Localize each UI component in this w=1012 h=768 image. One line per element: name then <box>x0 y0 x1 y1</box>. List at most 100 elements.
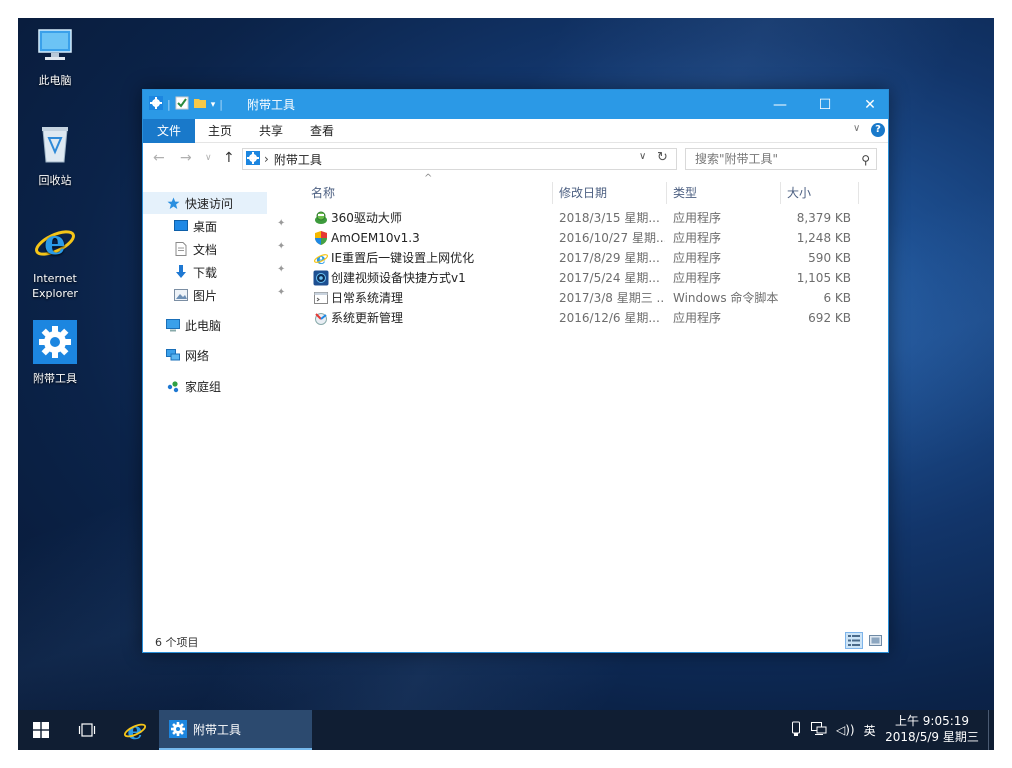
file-size: 692 KB <box>808 311 851 325</box>
status-bar: 6 个项目 <box>143 630 888 652</box>
pin-icon[interactable]: ✦ <box>277 218 285 229</box>
ie-icon: e <box>18 220 92 268</box>
desktop-icon-this-pc[interactable]: 此电脑 <box>18 26 92 88</box>
show-desktop-button[interactable] <box>988 710 994 750</box>
taskbar-bundled-tools[interactable]: 附带工具 <box>159 710 312 750</box>
nav-item-label: 桌面 <box>193 219 218 234</box>
nav-item-desktop[interactable]: 桌面 ✦ <box>143 215 293 237</box>
column-header-name[interactable]: 名称 <box>293 182 553 204</box>
navigation-pane: 快速访问 桌面 ✦ 文档 ✦ 下载 ✦ 图片 ✦ 此电脑 网络 家庭组 <box>143 178 293 630</box>
network-icon[interactable] <box>811 721 827 739</box>
search-icon[interactable]: ⚲ <box>861 150 870 170</box>
tab-home[interactable]: 主页 <box>195 119 245 143</box>
windows-logo-icon <box>33 722 49 738</box>
address-dropdown-button[interactable]: ∨ <box>639 151 646 162</box>
refresh-button[interactable]: ↻ <box>657 150 668 165</box>
ribbon-tabs: 文件 主页 共享 查看 ∨ ? <box>143 119 888 143</box>
file-row[interactable]: 360驱动大师 2018/3/15 星期... 应用程序 8,379 KB <box>293 208 859 228</box>
file-row[interactable]: 日常系统清理 2017/3/8 星期三 ... Windows 命令脚本 6 K… <box>293 288 859 308</box>
expand-ribbon-icon[interactable]: ∨ <box>853 123 860 134</box>
gear-icon <box>169 720 187 738</box>
desktop-icon-bundled-tools[interactable]: 附带工具 <box>18 320 92 386</box>
desktop-icon-label: 附带工具 <box>33 372 77 385</box>
taskbar-internet-explorer[interactable]: e <box>114 710 156 750</box>
camera-shortcut-icon <box>313 270 329 286</box>
breadcrumb-current[interactable]: 附带工具 <box>274 151 322 168</box>
computer-icon <box>165 317 181 333</box>
customize-toolbar-icon[interactable]: ▾ <box>211 100 216 110</box>
column-header-size[interactable]: 大小 <box>781 182 859 204</box>
file-name: 系统更新管理 <box>331 311 404 325</box>
file-date: 2016/10/27 星期... <box>559 231 665 245</box>
address-bar[interactable]: › 附带工具 ∨ ↻ <box>242 148 677 170</box>
clock-time: 上午 9:05:19 <box>894 714 970 728</box>
pin-icon[interactable]: ✦ <box>277 241 285 252</box>
usb-device-icon[interactable] <box>790 721 802 740</box>
nav-item-network[interactable]: 网络 <box>143 344 293 366</box>
close-button[interactable]: ✕ <box>847 90 893 119</box>
tab-view[interactable]: 查看 <box>297 119 347 143</box>
driver-master-icon <box>313 210 329 226</box>
toolbar-divider: | <box>219 98 223 111</box>
explorer-window: | ▾ | 附带工具 — ☐ ✕ 文件 主页 共享 查看 ∨ ? ← → ∨ ↑… <box>142 89 889 653</box>
nav-item-label: 快速访问 <box>185 196 234 211</box>
help-icon[interactable]: ? <box>871 123 885 137</box>
svg-text:e: e <box>44 223 66 263</box>
task-view-button[interactable] <box>66 710 108 750</box>
column-header-type[interactable]: 类型 <box>667 182 781 204</box>
title-bar[interactable]: | ▾ | 附带工具 — ☐ ✕ <box>143 90 888 119</box>
file-row[interactable]: e IE重置后一键设置上网优化 2017/8/29 星期... 应用程序 590… <box>293 248 859 268</box>
file-type: Windows 命令脚本 <box>673 291 779 305</box>
forward-button[interactable]: → <box>180 150 192 166</box>
desktop-icon-internet-explorer[interactable]: e Internet Explorer <box>18 220 92 301</box>
nav-item-quick-access[interactable]: 快速访问 <box>143 192 267 214</box>
nav-item-downloads[interactable]: 下载 ✦ <box>143 261 293 283</box>
file-row[interactable]: 系统更新管理 2016/12/6 星期... 应用程序 692 KB <box>293 308 859 328</box>
quick-access-toolbar: | ▾ | <box>149 95 223 114</box>
tab-share[interactable]: 共享 <box>246 119 296 143</box>
desktop-icon-label: 回收站 <box>38 174 72 187</box>
input-method-indicator[interactable]: 英 <box>864 722 876 739</box>
breadcrumb-separator[interactable]: › <box>264 152 269 166</box>
desktop-icon-recycle-bin[interactable]: 回收站 <box>18 122 92 188</box>
volume-icon[interactable]: ◁)) <box>836 723 855 737</box>
large-icons-view-icon <box>868 635 882 646</box>
pin-icon[interactable]: ✦ <box>277 287 285 298</box>
navigation-bar: ← → ∨ ↑ › 附带工具 ∨ ↻ 搜索"附带工具" ⚲ <box>143 144 888 174</box>
maximize-button[interactable]: ☐ <box>802 90 848 119</box>
up-button[interactable]: ↑ <box>223 150 235 166</box>
new-folder-icon[interactable] <box>193 95 207 114</box>
script-file-icon <box>313 290 329 306</box>
computer-icon <box>18 26 92 70</box>
file-name: 360驱动大师 <box>331 211 402 225</box>
pin-icon[interactable]: ✦ <box>277 264 285 275</box>
file-date: 2016/12/6 星期... <box>559 311 660 325</box>
download-arrow-icon <box>173 264 189 280</box>
large-icons-view-button[interactable] <box>866 632 884 649</box>
column-header-date-modified[interactable]: 修改日期 <box>553 182 667 204</box>
gear-icon[interactable] <box>149 95 163 114</box>
file-row[interactable]: AmOEM10v1.3 2016/10/27 星期... 应用程序 1,248 … <box>293 228 859 248</box>
file-date: 2017/3/8 星期三 ... <box>559 291 665 305</box>
nav-item-homegroup[interactable]: 家庭组 <box>143 375 293 397</box>
file-type: 应用程序 <box>673 211 722 225</box>
details-view-button[interactable] <box>845 632 863 649</box>
file-name: AmOEM10v1.3 <box>331 231 420 245</box>
file-size: 590 KB <box>808 251 851 265</box>
nav-item-this-pc[interactable]: 此电脑 <box>143 314 293 336</box>
nav-item-pictures[interactable]: 图片 ✦ <box>143 284 293 306</box>
file-type: 应用程序 <box>673 271 722 285</box>
start-button[interactable] <box>18 710 64 750</box>
properties-icon[interactable] <box>175 95 189 114</box>
item-count: 6 个项目 <box>155 636 199 649</box>
nav-item-documents[interactable]: 文档 ✦ <box>143 238 293 260</box>
nav-item-label: 下载 <box>193 265 218 280</box>
recent-locations-button[interactable]: ∨ <box>205 153 212 163</box>
clock[interactable]: 上午 9:05:19 2018/5/9 星期三 <box>882 713 982 745</box>
file-row[interactable]: 创建视频设备快捷方式v1 2017/5/24 星期... 应用程序 1,105 … <box>293 268 859 288</box>
back-button[interactable]: ← <box>153 150 165 166</box>
tab-file[interactable]: 文件 <box>143 119 196 143</box>
search-input[interactable]: 搜索"附带工具" ⚲ <box>685 148 877 170</box>
star-icon <box>165 195 181 211</box>
minimize-button[interactable]: — <box>757 90 803 119</box>
